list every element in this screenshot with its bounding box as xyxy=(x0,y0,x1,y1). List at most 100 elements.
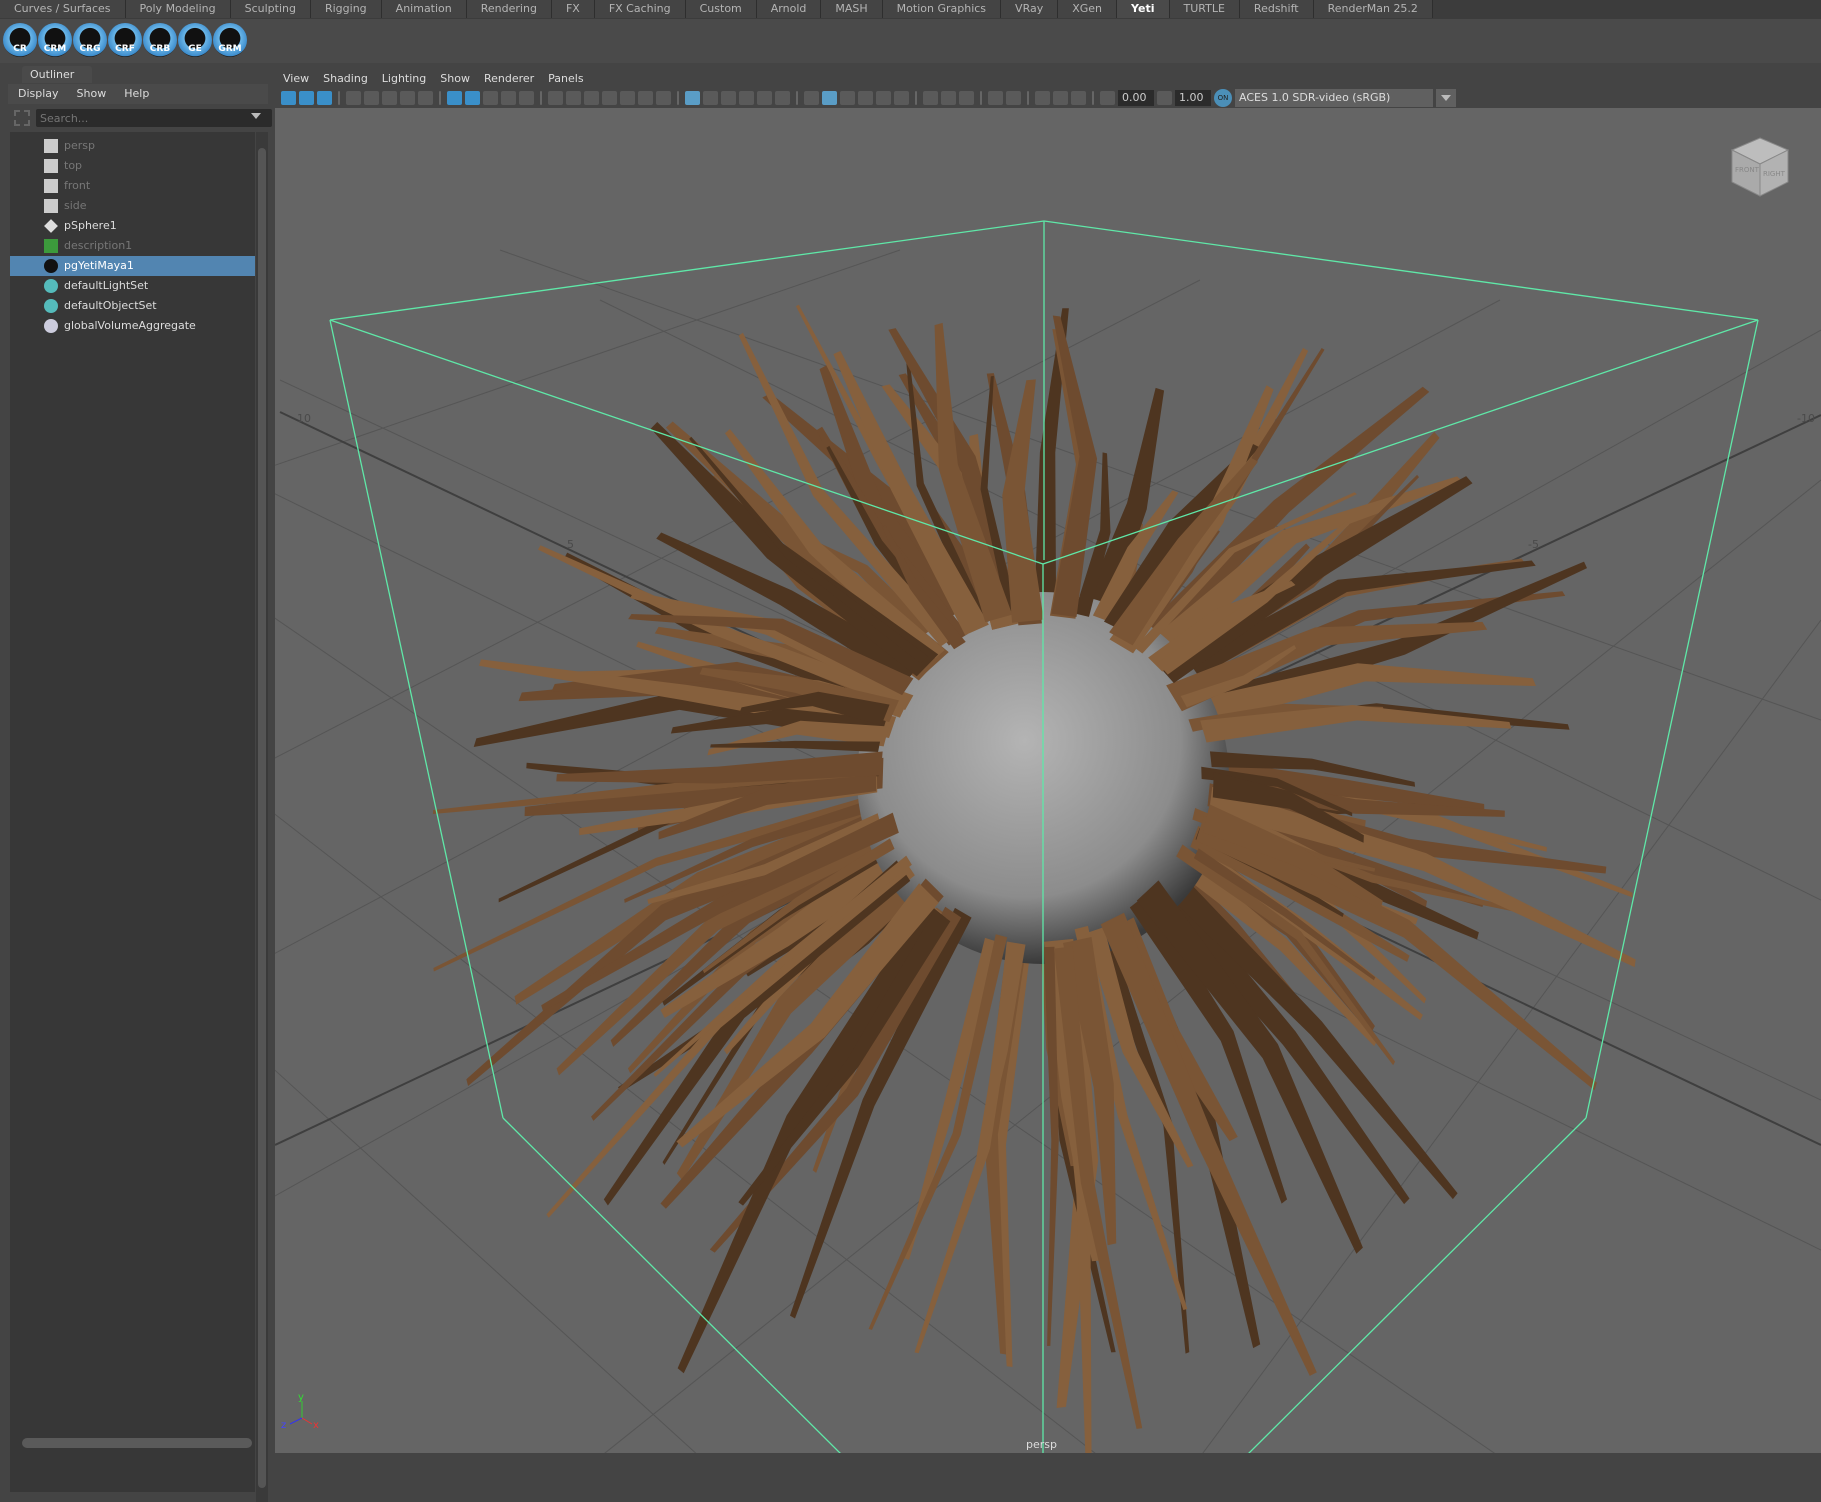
gamma-field[interactable]: 1.00 xyxy=(1175,90,1211,106)
smooth-shade-icon[interactable] xyxy=(501,91,516,105)
chevron-down-icon[interactable] xyxy=(1436,89,1456,107)
bookmarks-icon[interactable] xyxy=(317,91,332,105)
menu-lighting[interactable]: Lighting xyxy=(382,70,426,88)
shadows-icon[interactable] xyxy=(584,91,599,105)
textured-icon[interactable] xyxy=(1035,91,1050,105)
grid-icon[interactable] xyxy=(840,91,855,105)
tab-yeti[interactable]: Yeti xyxy=(1117,0,1170,18)
menu-show[interactable]: Show xyxy=(440,70,470,88)
wireframe-icon[interactable] xyxy=(959,91,974,105)
outliner-tab[interactable]: Outliner xyxy=(22,66,92,83)
tab-motion-graphics[interactable]: Motion Graphics xyxy=(882,0,1002,18)
yeti-crb-button[interactable]: CRB xyxy=(143,23,177,57)
wireframe-icon[interactable] xyxy=(483,91,498,105)
select-camera-icon[interactable] xyxy=(757,91,772,105)
gate-mask-icon[interactable] xyxy=(894,91,909,105)
depth-of-field-icon[interactable] xyxy=(656,91,671,105)
outliner-item[interactable]: persp xyxy=(10,136,255,156)
camera-attributes-icon[interactable] xyxy=(775,91,790,105)
safe-title-icon[interactable] xyxy=(465,91,480,105)
use-default-material-icon[interactable] xyxy=(1006,91,1021,105)
menu-view[interactable]: View xyxy=(283,70,309,88)
tab-fx[interactable]: FX xyxy=(551,0,595,18)
scrollbar-thumb[interactable] xyxy=(258,148,266,1488)
view-transform-select[interactable]: ACES 1.0 SDR-video (sRGB) xyxy=(1235,89,1433,107)
outliner-item[interactable]: defaultObjectSet xyxy=(10,296,255,316)
horizontal-scrollbar[interactable] xyxy=(22,1438,252,1448)
yeti-crm-button[interactable]: CRM xyxy=(38,23,72,57)
tab-curves-surfaces[interactable]: Curves / Surfaces xyxy=(0,0,126,18)
tab-vray[interactable]: VRay xyxy=(1001,0,1059,18)
tab-custom[interactable]: Custom xyxy=(685,0,757,18)
outliner-item[interactable]: front xyxy=(10,176,255,196)
chevron-down-icon[interactable] xyxy=(251,113,261,119)
tab-rendering[interactable]: Rendering xyxy=(466,0,552,18)
film-gate-icon[interactable] xyxy=(382,91,397,105)
outliner-item[interactable]: side xyxy=(10,196,255,216)
3d-viewport[interactable]: 10 5 -5 -10 FRONT RIGHT y x z xyxy=(275,108,1821,1453)
menu-display[interactable]: Display xyxy=(18,84,59,104)
isolate-select-icon[interactable] xyxy=(685,91,700,105)
yeti-ge-button[interactable]: GE xyxy=(178,23,212,57)
film-gate-icon[interactable] xyxy=(858,91,873,105)
outliner-item-label: description1 xyxy=(64,239,133,252)
yeti-crf-button[interactable]: CRF xyxy=(108,23,142,57)
menu-help[interactable]: Help xyxy=(124,84,149,104)
select-camera-icon[interactable] xyxy=(281,91,296,105)
color-management-toggle[interactable]: ON xyxy=(1214,89,1232,107)
tab-poly-modeling[interactable]: Poly Modeling xyxy=(125,0,231,18)
resolution-gate-icon[interactable] xyxy=(400,91,415,105)
anti-aliasing-icon[interactable] xyxy=(638,91,653,105)
outliner-item[interactable]: pSphere1 xyxy=(10,216,255,236)
tab-xgen[interactable]: XGen xyxy=(1058,0,1118,18)
tab-rigging[interactable]: Rigging xyxy=(310,0,382,18)
exposure-icon[interactable] xyxy=(1100,91,1115,105)
exposure-field[interactable]: 0.00 xyxy=(1118,90,1154,106)
outliner-search-input[interactable] xyxy=(36,109,272,127)
safe-action-icon[interactable] xyxy=(923,91,938,105)
filter-icon[interactable] xyxy=(14,110,30,126)
resolution-gate-icon[interactable] xyxy=(876,91,891,105)
tab-animation[interactable]: Animation xyxy=(381,0,467,18)
tab-arnold[interactable]: Arnold xyxy=(756,0,822,18)
motion-blur-icon[interactable] xyxy=(620,91,635,105)
camera-attributes-icon[interactable] xyxy=(299,91,314,105)
safe-title-icon[interactable] xyxy=(941,91,956,105)
safe-action-icon[interactable] xyxy=(447,91,462,105)
image-plane-icon[interactable] xyxy=(822,91,837,105)
outliner-item[interactable]: top xyxy=(10,156,255,176)
tab-turtle[interactable]: TURTLE xyxy=(1169,0,1240,18)
tab-mash[interactable]: MASH xyxy=(821,0,883,18)
image-plane-icon[interactable] xyxy=(346,91,361,105)
menu-show[interactable]: Show xyxy=(77,84,107,104)
tab-renderman-25-2[interactable]: RenderMan 25.2 xyxy=(1313,0,1433,18)
grid-icon[interactable] xyxy=(364,91,379,105)
outliner-item[interactable]: globalVolumeAggregate xyxy=(10,316,255,336)
outliner-item[interactable]: defaultLightSet xyxy=(10,276,255,296)
menu-shading[interactable]: Shading xyxy=(323,70,368,88)
xray-joints-icon[interactable] xyxy=(721,91,736,105)
yeti-crg-button[interactable]: CRG xyxy=(73,23,107,57)
gate-mask-icon[interactable] xyxy=(418,91,433,105)
camera-name: persp xyxy=(1026,1438,1057,1451)
yeti-grm-button[interactable]: GRM xyxy=(213,23,247,57)
outliner-item[interactable]: pgYetiMaya1 xyxy=(10,256,255,276)
xray-icon[interactable] xyxy=(703,91,718,105)
tab-fx-caching[interactable]: FX Caching xyxy=(594,0,686,18)
xray-components-icon[interactable] xyxy=(739,91,754,105)
smooth-shade-icon[interactable] xyxy=(988,91,1003,105)
use-default-material-icon[interactable] xyxy=(519,91,534,105)
menu-panels[interactable]: Panels xyxy=(548,70,583,88)
yeti-cr-button[interactable]: CR xyxy=(3,23,37,57)
textured-icon[interactable] xyxy=(548,91,563,105)
bookmarks-icon[interactable] xyxy=(804,91,819,105)
gamma-icon[interactable] xyxy=(1157,91,1172,105)
use-lights-icon[interactable] xyxy=(1053,91,1068,105)
use-lights-icon[interactable] xyxy=(566,91,581,105)
tab-redshift[interactable]: Redshift xyxy=(1239,0,1314,18)
tab-sculpting[interactable]: Sculpting xyxy=(230,0,311,18)
outliner-item[interactable]: description1 xyxy=(10,236,255,256)
menu-renderer[interactable]: Renderer xyxy=(484,70,534,88)
shadows-icon[interactable] xyxy=(1071,91,1086,105)
ambient-occlusion-icon[interactable] xyxy=(602,91,617,105)
